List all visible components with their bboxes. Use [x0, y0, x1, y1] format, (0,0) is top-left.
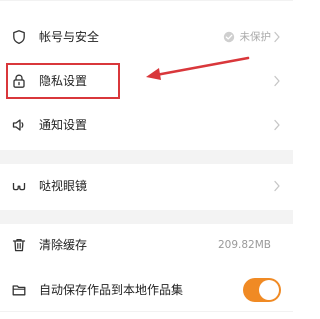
section-separator — [0, 210, 293, 224]
bottom-divider — [0, 311, 293, 312]
chevron-right-icon — [273, 180, 281, 192]
settings-item-account-security[interactable]: 帐号与安全 未保护 — [0, 22, 293, 52]
settings-item-label: 帐号与安全 — [39, 30, 100, 44]
trash-icon — [11, 237, 27, 253]
chevron-right-icon — [273, 75, 281, 87]
section-separator — [0, 150, 293, 164]
settings-item-label: 通知设置 — [39, 118, 88, 132]
settings-item-auto-save[interactable]: 自动保存作品到本地作品集 — [0, 274, 293, 306]
chevron-right-icon — [273, 119, 281, 131]
settings-item-label: 哒视眼镜 — [39, 179, 88, 193]
security-status: 未保护 — [239, 31, 272, 43]
check-circle-icon — [223, 31, 235, 43]
annotation-highlight-box — [6, 63, 120, 99]
settings-item-notifications[interactable]: 通知设置 — [0, 110, 293, 140]
settings-item-label: 自动保存作品到本地作品集 — [39, 283, 184, 297]
top-divider — [0, 0, 293, 1]
shield-icon — [11, 29, 27, 45]
toggle-knob — [259, 280, 279, 300]
chevron-right-icon — [273, 31, 281, 43]
settings-item-clear-cache[interactable]: 清除缓存 209.82MB — [0, 230, 293, 260]
settings-item-glasses[interactable]: 哒视眼镜 — [0, 171, 293, 201]
annotation-arrow — [142, 55, 252, 83]
glasses-icon — [11, 178, 27, 194]
auto-save-toggle[interactable] — [243, 278, 281, 302]
folder-icon — [11, 282, 27, 298]
speaker-icon — [11, 117, 27, 133]
settings-screen: 帐号与安全 未保护 隐私设置 通知设置 哒视眼镜 清除缓存 209.82MB 自… — [0, 0, 293, 319]
settings-item-label: 清除缓存 — [39, 238, 88, 252]
cache-size: 209.82MB — [217, 239, 271, 251]
